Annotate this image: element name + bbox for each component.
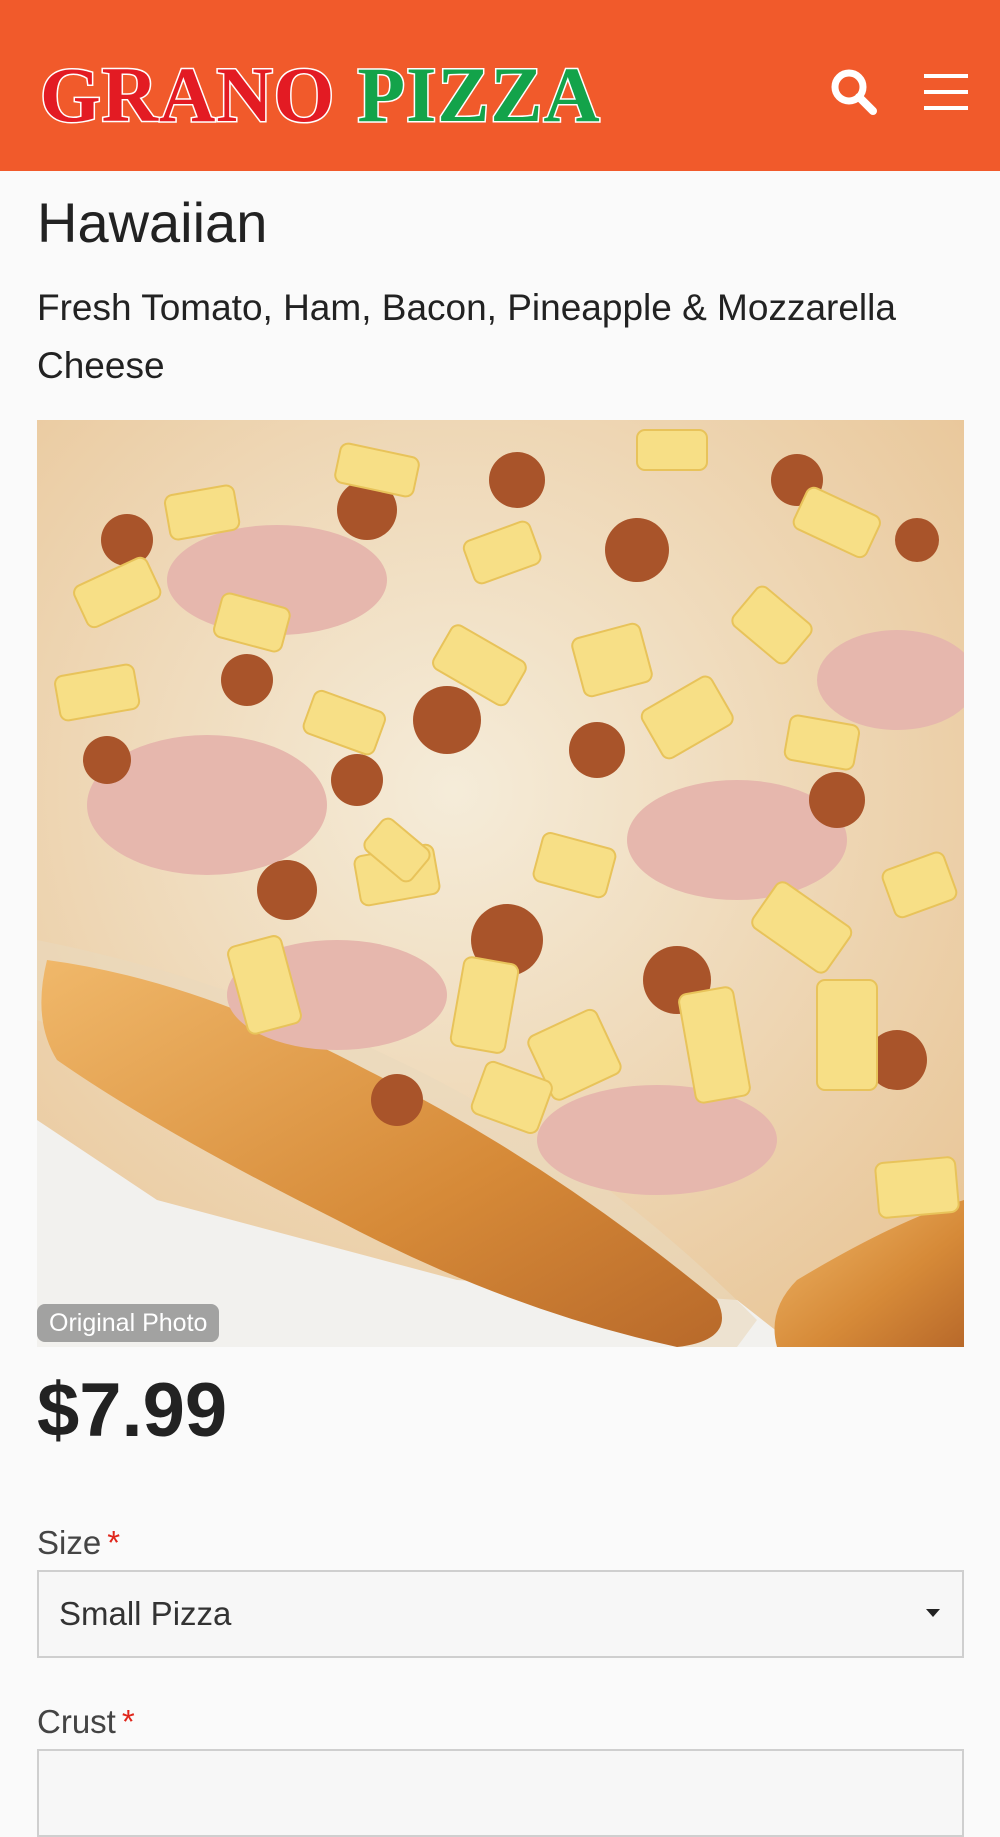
search-button[interactable] — [822, 60, 886, 124]
crust-field-label: Crust * — [37, 1702, 135, 1742]
size-selected-value: Small Pizza — [59, 1595, 232, 1632]
grano-pizza-logo[interactable]: GRANO PIZZA — [38, 50, 601, 140]
product-price: $7.99 — [37, 1368, 228, 1453]
product-photo[interactable]: Original Photo — [37, 420, 964, 1347]
original-photo-badge: Original Photo — [37, 1304, 220, 1342]
size-required-mark: * — [107, 1524, 121, 1561]
crust-required-mark: * — [121, 1703, 135, 1740]
product-title: Hawaiian — [37, 191, 268, 254]
size-field-label: Size * — [37, 1523, 120, 1563]
site-header: GRANO PIZZA — [0, 0, 1000, 171]
menu-button[interactable] — [914, 60, 978, 124]
product-description: Fresh Tomato, Ham, Bacon, Pineapple & Mo… — [37, 287, 896, 386]
hamburger-menu-icon — [924, 74, 968, 110]
logo-word-grano: GRANO — [38, 50, 336, 140]
crust-select[interactable] — [37, 1749, 964, 1837]
crust-label-text: Crust — [37, 1703, 116, 1740]
size-select[interactable]: Small Pizza — [37, 1570, 964, 1658]
pizza-photo-illustration — [37, 420, 964, 1347]
chevron-down-icon — [926, 1609, 940, 1617]
size-label-text: Size — [37, 1524, 102, 1561]
search-icon — [831, 69, 877, 115]
product-details: Hawaiian Fresh Tomato, Ham, Bacon, Pinea… — [37, 171, 964, 395]
logo-word-pizza: PIZZA — [356, 50, 601, 140]
